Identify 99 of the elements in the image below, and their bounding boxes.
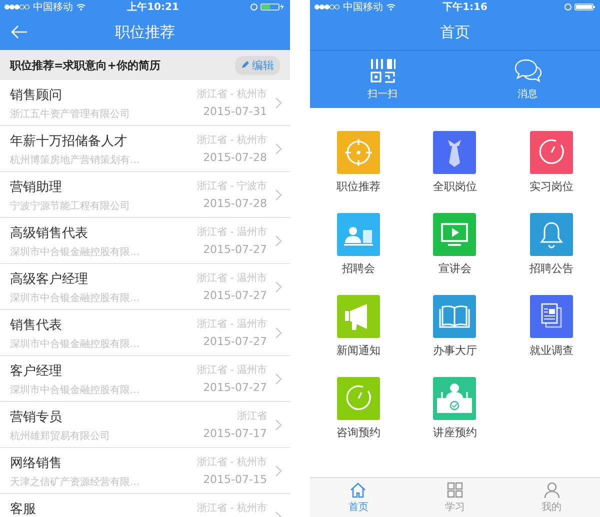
tile-label[interactable]: 实习岗位 — [530, 179, 574, 194]
job-date: 2015-07-28 — [203, 197, 267, 210]
chevron-icon — [275, 418, 282, 430]
chevron-icon — [275, 372, 282, 384]
tile-icon[interactable] — [530, 131, 574, 174]
tile-icon[interactable] — [433, 213, 476, 256]
tile-icon[interactable] — [433, 295, 476, 338]
job-title: 年薪十万招储备人才 — [10, 133, 128, 150]
job-title: 客服 — [10, 501, 37, 517]
job-date: 2015-07-31 — [203, 105, 267, 118]
grid-icon — [446, 481, 464, 499]
job-location: 浙江省 - 温州市 — [197, 226, 267, 239]
job-date: 2015-07-27 — [203, 381, 267, 394]
tile-label[interactable]: 全职岗位 — [432, 179, 477, 194]
job-location: 浙江省 - 杭州市 — [197, 502, 267, 515]
chevron-icon — [275, 96, 282, 108]
job-date: 2015-07-28 — [203, 151, 267, 164]
tile-label[interactable]: 讲座预约 — [432, 425, 477, 440]
wifi-icon — [386, 3, 396, 11]
chevron-icon — [275, 188, 282, 200]
signal-icon — [314, 4, 340, 10]
battery-icon — [564, 3, 596, 11]
job-date: 2015-07-15 — [203, 473, 267, 486]
company-name: 深圳市中合银金融控股有限... — [10, 338, 141, 351]
tile-label[interactable]: 办事大厅 — [432, 343, 477, 358]
job-title: 营销专员 — [10, 409, 63, 426]
company-name: 深圳市中合银金融控股有限... — [10, 292, 141, 305]
tile-label[interactable]: 招聘会 — [342, 261, 375, 276]
job-date: 2015-07-17 — [203, 427, 267, 440]
company-name: 天津之信矿产资源经营有限... — [10, 476, 141, 489]
job-location: 浙江省 — [237, 410, 267, 423]
carrier-name: 中国移动 — [343, 0, 383, 14]
job-date: 2015-07-27 — [203, 335, 267, 348]
chat-bubbles-icon — [514, 58, 542, 84]
job-item[interactable]: 高级客户经理 深圳市中合银金融控股有限... 浙江省 - 温州市 2015-07-27 — [0, 264, 290, 310]
job-item[interactable]: 营销助理 宁波宁源节能工程有限公司 浙江省 - 宁波市 2015-07-28 — [0, 172, 290, 218]
tile-icon[interactable] — [336, 131, 380, 174]
chevron-icon — [275, 234, 282, 246]
job-date: 2015-07-27 — [203, 243, 267, 256]
back-arrow-icon[interactable] — [10, 25, 28, 39]
job-item[interactable]: 营销专员 杭州雄郑贸易有限公司 浙江省 2015-07-17 — [0, 402, 290, 448]
job-title: 高级销售代表 — [10, 225, 89, 242]
company-name: 深圳市中合银金融控股有限... — [10, 384, 141, 397]
job-title: 销售代表 — [10, 317, 63, 334]
job-location: 浙江省 - 温州市 — [197, 364, 267, 377]
company-name: 杭州博策房地产营销策划有... — [10, 154, 141, 167]
home-icon — [349, 481, 368, 499]
tile-icon[interactable] — [336, 295, 380, 338]
tile-icon[interactable] — [530, 213, 574, 256]
tile-label[interactable]: 咨询预约 — [336, 425, 380, 440]
wifi-icon — [76, 3, 86, 11]
company-name: 深圳市中合银金融控股有限... — [10, 246, 141, 259]
tile-label[interactable]: 职位推荐 — [336, 179, 380, 194]
screen-title: 职位推荐 — [115, 22, 175, 42]
job-location: 浙江省 - 温州市 — [197, 318, 267, 331]
job-title: 销售顾问 — [10, 87, 63, 104]
battery-icon — [250, 3, 286, 11]
tile-label[interactable]: 就业调查 — [530, 343, 574, 358]
chevron-icon — [275, 280, 282, 292]
tile-label[interactable]: 宣讲会 — [438, 261, 472, 276]
tile-icon[interactable] — [433, 377, 476, 420]
pencil-icon — [241, 61, 249, 69]
job-location: 浙江省 - 温州市 — [197, 272, 267, 285]
job-title: 网络销售 — [10, 455, 63, 472]
tile-icon[interactable] — [336, 213, 380, 256]
job-item[interactable]: 销售代表 深圳市中合银金融控股有限... 浙江省 - 温州市 2015-07-27 — [0, 310, 290, 356]
status-time: 上午10:21 — [126, 0, 180, 14]
company-name: 宁波宁源节能工程有限公司 — [10, 200, 131, 213]
job-item[interactable]: 年薪十万招储备人才 杭州博策房地产营销策划有... 浙江省 - 杭州市 2015-07-28 — [0, 126, 290, 172]
carrier-name: 中国移动 — [33, 0, 73, 14]
job-date: 2015-07-27 — [203, 289, 267, 302]
tile-icon[interactable] — [336, 377, 380, 420]
chevron-icon — [275, 464, 282, 476]
status-time: 下午1:16 — [442, 0, 488, 14]
company-name: 杭州雄郑贸易有限公司 — [10, 430, 111, 443]
job-location: 浙江省 - 宁波市 — [197, 180, 267, 193]
job-item[interactable]: 网络销售 天津之信矿产资源经营有限... 浙江省 - 杭州市 2015-07-15 — [0, 448, 290, 494]
banner-text: 职位推荐=求职意向+你的简历 — [10, 58, 160, 72]
tile-icon[interactable] — [433, 131, 476, 174]
signal-icon — [4, 4, 30, 10]
job-title: 营销助理 — [10, 179, 63, 196]
job-location: 浙江省 - 杭州市 — [197, 456, 267, 469]
job-title: 客户经理 — [10, 363, 63, 380]
job-item[interactable]: 销售顾问 浙江五牛资产管理有限公司 浙江省 - 杭州市 2015-07-31 — [0, 80, 290, 126]
job-item[interactable]: 客服 浙江省 - 杭州市 — [0, 494, 290, 517]
job-title: 高级客户经理 — [10, 271, 89, 288]
tile-icon[interactable] — [530, 295, 574, 338]
chevron-icon — [275, 142, 282, 154]
tile-label[interactable]: 招聘公告 — [530, 261, 574, 276]
tile-label[interactable]: 新闻通知 — [336, 343, 380, 358]
job-location: 浙江省 - 杭州市 — [197, 134, 267, 147]
company-name: 浙江五牛资产管理有限公司 — [10, 108, 131, 121]
job-item[interactable]: 高级销售代表 深圳市中合银金融控股有限... 浙江省 - 温州市 2015-07-27 — [0, 218, 290, 264]
scan-icon — [370, 58, 396, 84]
screen-title: 首页 — [440, 22, 470, 42]
person-icon — [542, 481, 561, 499]
job-item[interactable]: 客户经理 深圳市中合银金融控股有限... 浙江省 - 温州市 2015-07-27 — [0, 356, 290, 402]
job-location: 浙江省 - 杭州市 — [197, 88, 267, 101]
chevron-icon — [275, 326, 282, 338]
